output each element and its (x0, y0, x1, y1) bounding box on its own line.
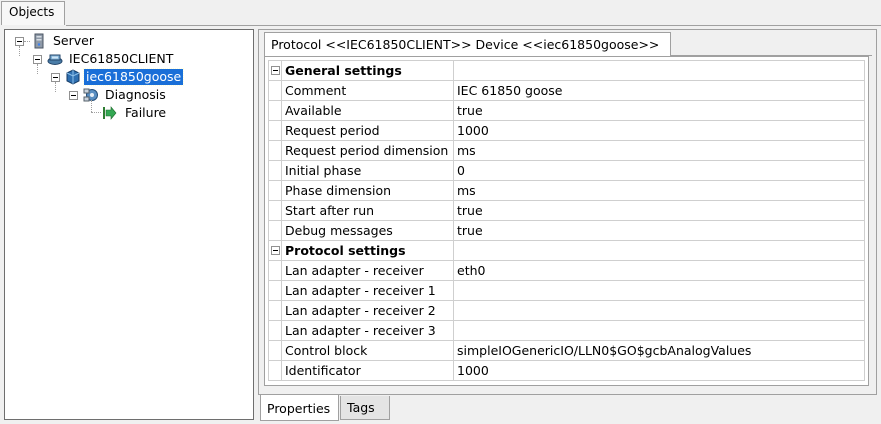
gutter (268, 100, 282, 121)
section-row-general[interactable]: General settings (268, 60, 865, 81)
device-icon (66, 69, 80, 85)
property-row[interactable]: Comment IEC 61850 goose (268, 80, 865, 101)
gutter (268, 60, 282, 81)
property-row[interactable]: Request period dimension ms (268, 140, 865, 161)
property-name: Start after run (281, 200, 454, 221)
property-value[interactable] (453, 320, 865, 341)
tree-line (91, 100, 92, 112)
property-row[interactable]: Lan adapter - receiver 2 (268, 300, 865, 321)
property-name: Initial phase (281, 160, 454, 181)
tree-node-label: iec61850goose (82, 68, 185, 86)
collapse-general-toggle[interactable] (271, 66, 280, 75)
property-value[interactable]: 1000 (453, 120, 865, 141)
network-client-icon (47, 54, 63, 65)
property-name: Lan adapter - receiver (281, 260, 454, 281)
tree-line (91, 112, 101, 113)
server-icon (34, 33, 44, 49)
gutter (268, 200, 282, 221)
property-name: Debug messages (281, 220, 454, 241)
property-value[interactable]: 0 (453, 160, 865, 181)
property-name: Lan adapter - receiver 2 (281, 300, 454, 321)
property-row[interactable]: Identificator 1000 (268, 360, 865, 381)
tree-node-label: IEC61850CLIENT (69, 51, 174, 66)
gutter (268, 260, 282, 281)
property-name: Lan adapter - receiver 1 (281, 280, 454, 301)
property-table: General settings Comment IEC 61850 goose … (268, 60, 865, 381)
top-tabstrip: Objects (0, 0, 881, 26)
tab-protocol-device[interactable]: Protocol <<IEC61850CLIENT>> Device <<iec… (264, 32, 671, 56)
object-tree[interactable]: Server IEC61850CLIENT iec61850goose Diag… (4, 29, 254, 420)
property-row[interactable]: Control block simpleIOGenericIO/LLN0$GO$g… (268, 340, 865, 361)
properties-panel: Protocol <<IEC61850CLIENT>> Device <<iec… (258, 29, 877, 395)
gutter (268, 300, 282, 321)
gutter (268, 140, 282, 161)
property-value[interactable]: IEC 61850 goose (453, 80, 865, 101)
collapse-client-toggle[interactable] (33, 55, 42, 64)
collapse-protocol-toggle[interactable] (271, 246, 280, 255)
property-row[interactable]: Lan adapter - receiver eth0 (268, 260, 865, 281)
property-value[interactable]: 1000 (453, 360, 865, 381)
tree-line (55, 82, 56, 92)
property-name: Identificator (281, 360, 454, 381)
property-row[interactable]: Initial phase 0 (268, 160, 865, 181)
tree-node-label: Diagnosis (105, 87, 166, 102)
property-name: Request period (281, 120, 454, 141)
gutter (268, 120, 282, 141)
property-row[interactable]: Lan adapter - receiver 1 (268, 280, 865, 301)
section-value (453, 240, 865, 261)
property-name: Request period dimension (281, 140, 454, 161)
property-grid: General settings Comment IEC 61850 goose … (264, 56, 869, 386)
section-title: Protocol settings (281, 240, 454, 261)
property-row[interactable]: Lan adapter - receiver 3 (268, 320, 865, 341)
gutter (268, 160, 282, 181)
tree-line (19, 46, 20, 56)
section-title: General settings (281, 60, 454, 81)
green-arrow-icon (103, 106, 117, 120)
property-name: Comment (281, 80, 454, 101)
gutter (268, 340, 282, 361)
collapse-server-toggle[interactable] (15, 37, 24, 46)
property-row[interactable]: Phase dimension ms (268, 180, 865, 201)
property-value[interactable]: eth0 (453, 260, 865, 281)
tree-node-label: Failure (125, 105, 167, 120)
property-row[interactable]: Start after run true (268, 200, 865, 221)
property-value[interactable]: simpleIOGenericIO/LLN0$GO$gcbAnalogValue… (453, 340, 865, 361)
tab-divider (66, 25, 881, 26)
tree-line (37, 64, 38, 74)
property-row[interactable]: Available true (268, 100, 865, 121)
property-name: Lan adapter - receiver 3 (281, 320, 454, 341)
property-value[interactable] (453, 280, 865, 301)
property-value[interactable] (453, 300, 865, 321)
property-value[interactable]: true (453, 220, 865, 241)
tab-objects[interactable]: Objects (1, 1, 65, 25)
collapse-diagnosis-toggle[interactable] (69, 91, 78, 100)
property-value[interactable]: true (453, 100, 865, 121)
property-row[interactable]: Request period 1000 (268, 120, 865, 141)
tab-properties[interactable]: Properties (260, 395, 339, 421)
gutter (268, 360, 282, 381)
tree-node-label: Server (53, 33, 94, 48)
property-name: Phase dimension (281, 180, 454, 201)
tree-line (24, 41, 30, 42)
gutter (268, 220, 282, 241)
gutter (268, 180, 282, 201)
property-name: Control block (281, 340, 454, 361)
gutter (268, 320, 282, 341)
gutter (268, 280, 282, 301)
property-name: Available (281, 100, 454, 121)
gutter (268, 80, 282, 101)
section-row-protocol[interactable]: Protocol settings (268, 240, 865, 261)
property-value[interactable]: ms (453, 180, 865, 201)
tab-tags[interactable]: Tags (340, 396, 390, 420)
collapse-goose-toggle[interactable] (51, 73, 60, 82)
section-value (453, 60, 865, 81)
property-value[interactable]: ms (453, 140, 865, 161)
property-value[interactable]: true (453, 200, 865, 221)
property-row[interactable]: Debug messages true (268, 220, 865, 241)
gutter (268, 240, 282, 261)
